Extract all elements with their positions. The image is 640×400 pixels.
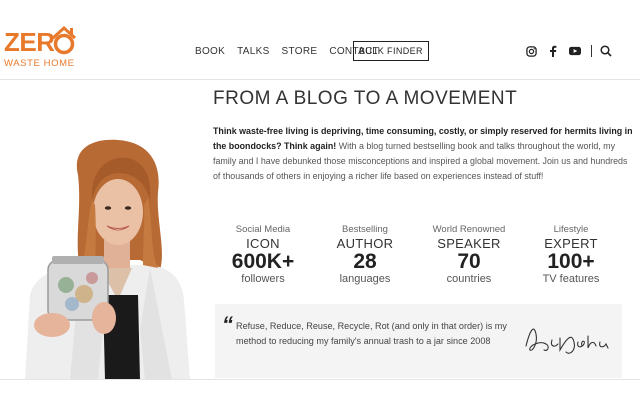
house-icon	[51, 25, 77, 55]
stat-number: 28	[353, 250, 377, 273]
youtube-icon[interactable]	[569, 45, 581, 57]
stat-label: World Renowned	[432, 224, 506, 235]
page-title: FROM A BLOG TO A MOVEMENT	[213, 88, 518, 109]
stat-author: Bestselling AUTHOR 28 languages	[315, 224, 415, 286]
social-links	[525, 43, 622, 59]
stat-number: 600K+	[231, 250, 295, 273]
nav-book[interactable]: BOOK	[195, 46, 225, 57]
logo-subtitle: WASTE HOME	[4, 58, 75, 69]
stat-label: Bestselling	[342, 224, 388, 235]
instagram-icon[interactable]	[525, 45, 537, 57]
quote-box: “ Refuse, Reduce, Reuse, Recycle, Rot (a…	[215, 304, 622, 378]
stat-number: 70	[457, 250, 481, 273]
zero-waste-home-logo[interactable]: ZER WASTE HOME	[4, 25, 77, 73]
social-divider	[591, 45, 592, 57]
stat-sub: TV features	[542, 273, 600, 285]
bea-johnson-photo	[0, 100, 215, 380]
stat-sub: followers	[241, 273, 285, 285]
stat-role: SPEAKER	[437, 236, 501, 251]
stat-expert: Lifestyle EXPERT 100+ TV features	[521, 224, 621, 286]
stat-label: Social Media	[235, 224, 291, 235]
stat-role: ICON	[246, 236, 280, 251]
search-icon[interactable]	[600, 45, 612, 57]
logo-word: ZER	[4, 27, 55, 57]
bulk-finder-button[interactable]: BULK FINDER	[353, 41, 429, 61]
stat-role: AUTHOR	[336, 236, 394, 251]
nav-talks[interactable]: TALKS	[237, 46, 269, 57]
quote-mark-icon: “	[222, 312, 233, 337]
intro-paragraph: Think waste-free living is depriving, ti…	[213, 124, 633, 184]
stat-label: Lifestyle	[553, 224, 589, 235]
nav-store[interactable]: STORE	[282, 46, 318, 57]
stats-row: Social Media ICON 600K+ followers Bestse…	[215, 224, 620, 290]
stat-sub: countries	[446, 273, 492, 285]
stat-speaker: World Renowned SPEAKER 70 countries	[419, 224, 519, 286]
stat-role: EXPERT	[544, 236, 598, 251]
footer-divider	[0, 379, 640, 380]
stat-number: 100+	[547, 250, 595, 273]
signature-image	[525, 328, 609, 354]
quote-text: Refuse, Reduce, Reuse, Recycle, Rot (and…	[236, 321, 507, 346]
stat-sub: languages	[339, 273, 391, 285]
facebook-icon[interactable]	[547, 45, 559, 57]
stat-social-media: Social Media ICON 600K+ followers	[213, 224, 313, 286]
site-header: ZER WASTE HOME BOOK TALKS STORE CONTACT …	[0, 0, 640, 80]
